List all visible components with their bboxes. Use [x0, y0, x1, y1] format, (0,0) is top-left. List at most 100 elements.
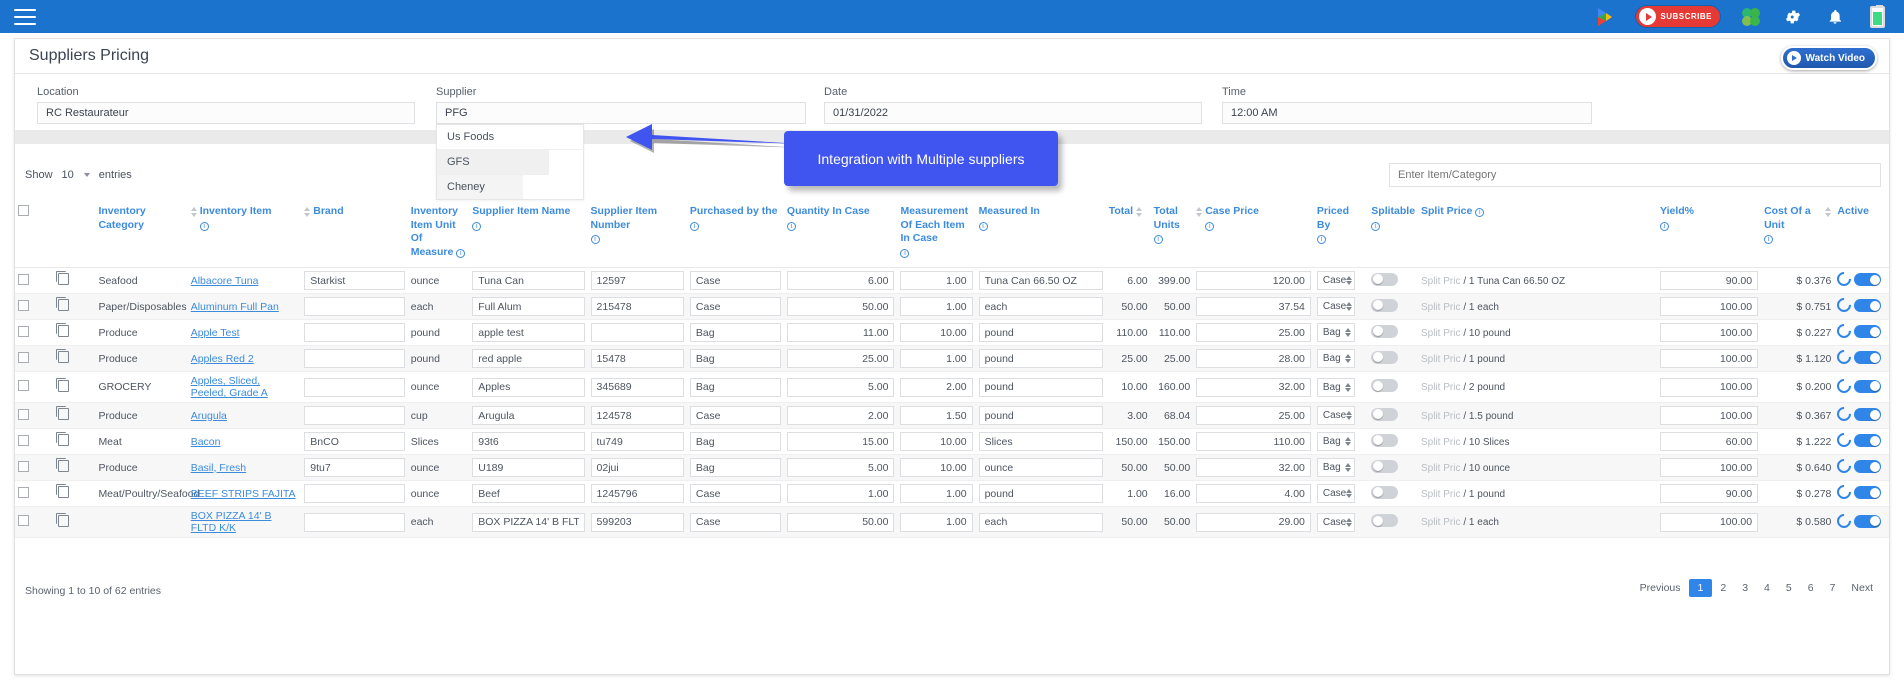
supplier-option-us-foods[interactable]: Us Foods	[437, 125, 585, 150]
purchased-by-the-input[interactable]	[690, 432, 781, 451]
priced-by-select[interactable]: Case	[1317, 297, 1355, 316]
case-price-input[interactable]	[1196, 271, 1311, 290]
case-price-input[interactable]	[1196, 513, 1311, 532]
inventory-item-link[interactable]: BEEF STRIPS FAJITA	[191, 488, 296, 500]
supplier-item-number-input[interactable]	[591, 513, 684, 532]
measured-in-input[interactable]	[979, 271, 1103, 290]
active-toggle[interactable]	[1854, 299, 1881, 312]
info-icon[interactable]: i	[1205, 222, 1214, 231]
yield-input[interactable]	[1660, 297, 1758, 316]
th-case-price[interactable]: Case Pricei	[1193, 199, 1314, 268]
supplier-option-gfs[interactable]: GFS	[437, 150, 549, 175]
gear-icon[interactable]	[1782, 6, 1804, 28]
inventory-item-link[interactable]: Arugula	[191, 410, 227, 422]
info-icon[interactable]: i	[1371, 222, 1380, 231]
copy-icon[interactable]	[58, 460, 69, 472]
case-price-input[interactable]	[1196, 297, 1311, 316]
location-input[interactable]: RC Restaurateur	[37, 102, 415, 124]
row-checkbox[interactable]	[18, 487, 29, 498]
inventory-item-link[interactable]: Aluminum Full Pan	[191, 301, 279, 313]
active-toggle[interactable]	[1854, 515, 1881, 528]
th-quantity-in-case[interactable]: Quantity In Case i	[784, 199, 898, 268]
measured-in-input[interactable]	[979, 297, 1103, 316]
priced-by-select[interactable]: Bag	[1317, 349, 1355, 368]
splitable-toggle[interactable]	[1371, 408, 1398, 421]
measurement-of-each-input[interactable]	[900, 406, 972, 425]
measured-in-input[interactable]	[979, 484, 1103, 503]
refresh-icon[interactable]	[1835, 376, 1855, 396]
measured-in-input[interactable]	[979, 349, 1103, 368]
info-icon[interactable]: i	[200, 222, 209, 231]
th-split-price[interactable]: Split Price i	[1418, 199, 1657, 268]
th-brand[interactable]: Brand	[301, 199, 407, 268]
pagination-page-7[interactable]: 7	[1822, 579, 1844, 597]
splitable-toggle[interactable]	[1371, 434, 1398, 447]
copy-icon[interactable]	[58, 351, 69, 363]
info-icon[interactable]: i	[591, 235, 600, 244]
purchased-by-the-input[interactable]	[690, 271, 781, 290]
copy-icon[interactable]	[58, 299, 69, 311]
yield-input[interactable]	[1660, 513, 1758, 532]
bell-icon[interactable]	[1824, 6, 1846, 28]
supplier-item-name-input[interactable]	[472, 406, 584, 425]
splitable-toggle[interactable]	[1371, 486, 1398, 499]
purchased-by-the-input[interactable]	[690, 297, 781, 316]
brand-input[interactable]	[304, 484, 404, 503]
sort-icon[interactable]	[1825, 207, 1831, 217]
inventory-item-link[interactable]: Apple Test	[191, 327, 240, 339]
splitable-toggle[interactable]	[1371, 460, 1398, 473]
copy-icon[interactable]	[58, 380, 69, 392]
row-checkbox[interactable]	[18, 515, 29, 526]
refresh-icon[interactable]	[1835, 430, 1855, 450]
brand-input[interactable]	[304, 378, 404, 397]
splitable-toggle[interactable]	[1371, 299, 1398, 312]
supplier-item-name-input[interactable]	[472, 458, 584, 477]
pagination-page-4[interactable]: 4	[1756, 579, 1778, 597]
purchased-by-the-input[interactable]	[690, 349, 781, 368]
info-icon[interactable]: i	[787, 222, 796, 231]
splitable-toggle[interactable]	[1371, 273, 1398, 286]
yield-input[interactable]	[1660, 323, 1758, 342]
case-price-input[interactable]	[1196, 349, 1311, 368]
supplier-item-number-input[interactable]	[591, 458, 684, 477]
quantity-in-case-input[interactable]	[787, 432, 895, 451]
watch-video-button[interactable]: Watch Video	[1781, 46, 1877, 70]
priced-by-select[interactable]: Bag	[1317, 432, 1355, 451]
case-price-input[interactable]	[1196, 323, 1311, 342]
brand-input[interactable]	[304, 432, 404, 451]
supplier-option-cheney[interactable]: Cheney	[437, 175, 523, 199]
measurement-of-each-input[interactable]	[900, 297, 972, 316]
refresh-icon[interactable]	[1835, 269, 1855, 289]
active-toggle[interactable]	[1854, 486, 1881, 499]
info-icon[interactable]: i	[979, 222, 988, 231]
case-price-input[interactable]	[1196, 458, 1311, 477]
info-icon[interactable]: i	[456, 249, 465, 258]
extension-icon[interactable]	[1740, 6, 1762, 28]
supplier-item-number-input[interactable]	[591, 406, 684, 425]
measurement-of-each-input[interactable]	[900, 484, 972, 503]
copy-icon[interactable]	[58, 325, 69, 337]
refresh-icon[interactable]	[1835, 482, 1855, 502]
measured-in-input[interactable]	[979, 458, 1103, 477]
measured-in-input[interactable]	[979, 432, 1103, 451]
brand-input[interactable]	[304, 406, 404, 425]
th-measurement-of-each-item-in-case[interactable]: Measurement Of Each Item In Case i	[897, 199, 975, 268]
refresh-icon[interactable]	[1835, 321, 1855, 341]
copy-icon[interactable]	[58, 434, 69, 446]
sort-icon[interactable]	[304, 207, 310, 217]
pagination-next[interactable]: Next	[1843, 579, 1881, 597]
inventory-item-link[interactable]: Basil, Fresh	[191, 462, 246, 474]
date-input[interactable]: 01/31/2022	[824, 102, 1202, 124]
priced-by-select[interactable]: Case	[1317, 513, 1355, 532]
supplier-item-number-input[interactable]	[591, 484, 684, 503]
quantity-in-case-input[interactable]	[787, 349, 895, 368]
quantity-in-case-input[interactable]	[787, 406, 895, 425]
quantity-in-case-input[interactable]	[787, 378, 895, 397]
supplier-item-number-input[interactable]	[591, 432, 684, 451]
priced-by-select[interactable]: Bag	[1317, 323, 1355, 342]
priced-by-select[interactable]: Case	[1317, 406, 1355, 425]
th-yield-percent[interactable]: Yield% i	[1657, 199, 1761, 268]
th-inventory-item-unit-of-measure[interactable]: Inventory Item Unit Of Measure i	[408, 199, 470, 268]
copy-icon[interactable]	[58, 515, 69, 527]
brand-input[interactable]	[304, 271, 404, 290]
